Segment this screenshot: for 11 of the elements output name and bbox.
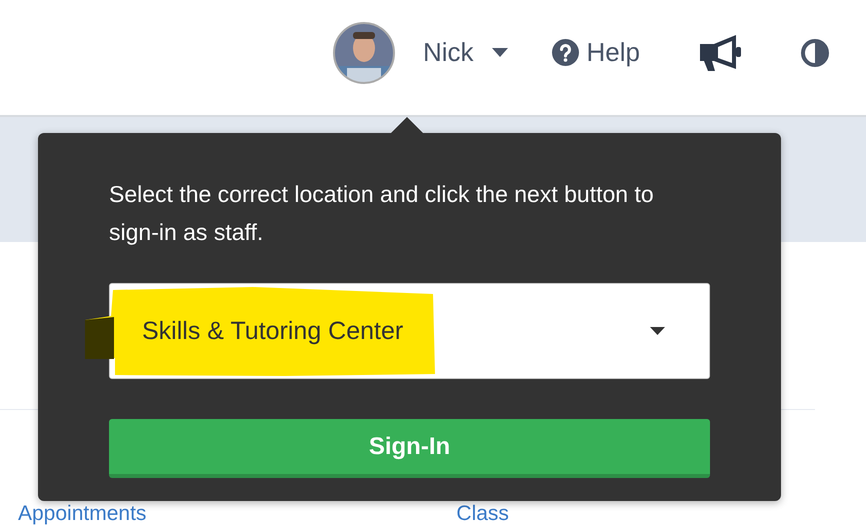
- sign-in-button[interactable]: Sign-In: [109, 419, 710, 478]
- help-link[interactable]: Help: [552, 37, 640, 68]
- user-menu[interactable]: Nick: [422, 37, 508, 68]
- instruction-text: Select the correct location and click the next button to sign-in as staff.: [109, 180, 655, 247]
- contrast-icon[interactable]: [801, 38, 829, 66]
- megaphone-icon[interactable]: [698, 32, 743, 72]
- page-link[interactable]: Class: [456, 502, 509, 526]
- help-icon: [552, 39, 579, 66]
- page-link[interactable]: Appointments: [18, 502, 146, 526]
- caret-icon: [492, 48, 508, 57]
- caret-icon: [650, 327, 665, 335]
